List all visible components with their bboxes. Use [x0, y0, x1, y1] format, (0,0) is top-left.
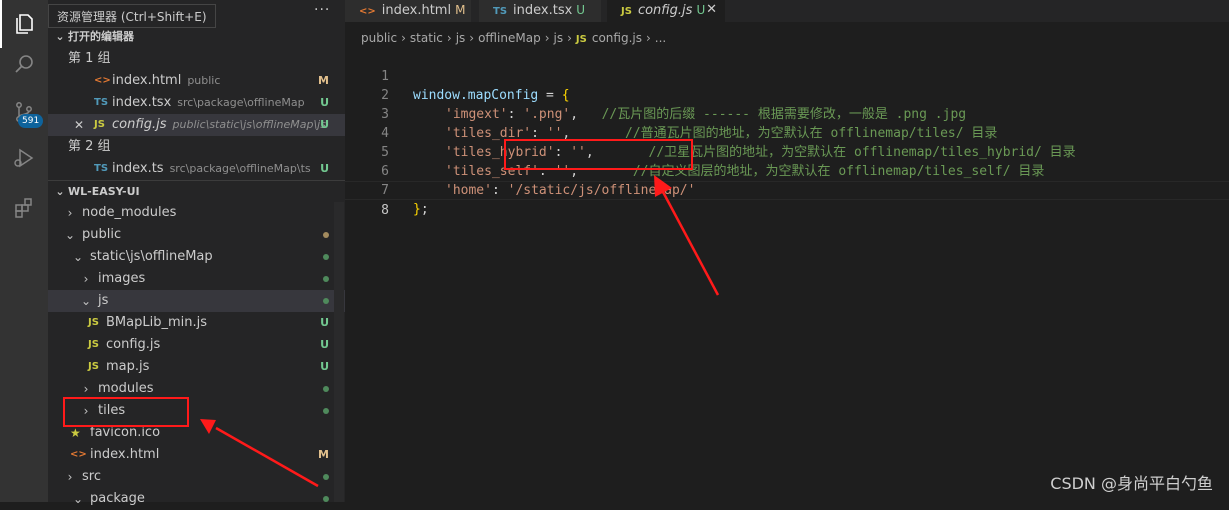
annotation-arrowhead: [200, 419, 216, 434]
annotation-arrow: [215, 426, 319, 488]
explorer-tooltip: 资源管理器 (Ctrl+Shift+E): [48, 4, 216, 28]
annotation-arrows: [200, 175, 720, 488]
annotation-arrow: [660, 189, 720, 296]
